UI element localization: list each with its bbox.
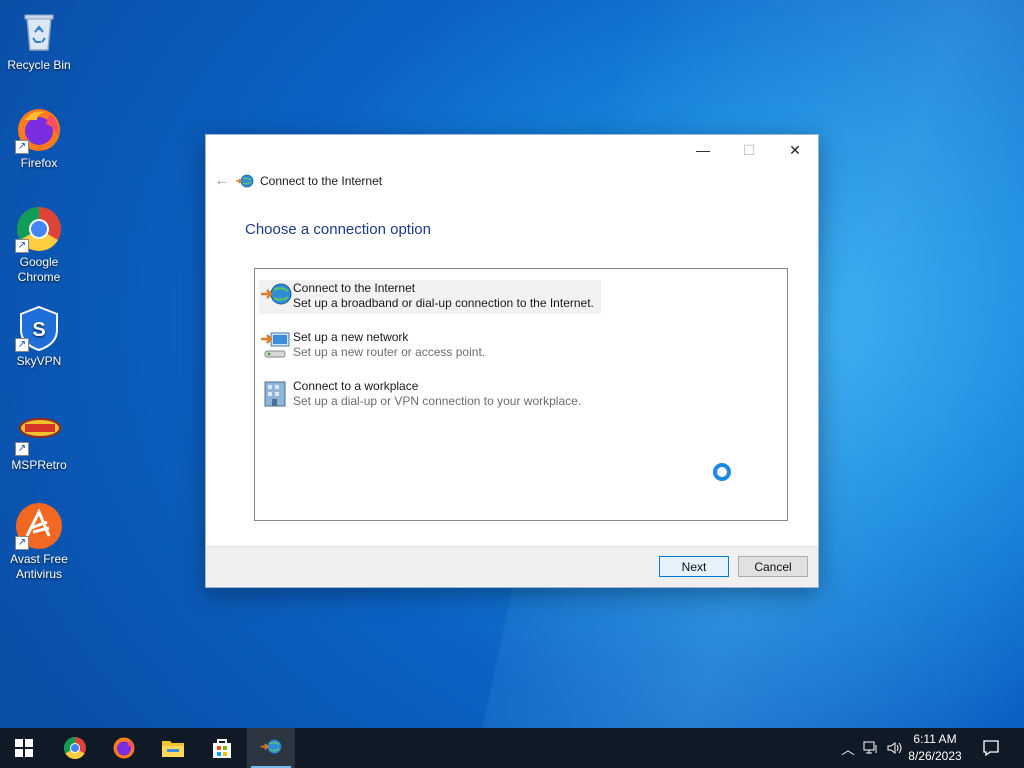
option-workplace[interactable]: Connect to a workplace Set up a dial-up …	[259, 378, 599, 412]
chrome-icon: ↗	[15, 205, 63, 253]
start-icon	[15, 739, 33, 757]
taskbar-connect-internet[interactable]	[247, 728, 295, 768]
recycle-bin-icon	[15, 8, 63, 56]
file-explorer-icon	[162, 741, 184, 757]
cancel-button[interactable]: Cancel	[738, 556, 808, 577]
chrome-icon	[64, 737, 86, 759]
option-new-network[interactable]: Set up a new network Set up a new router…	[259, 329, 599, 363]
taskbar: ︿ 6:11 AM 8/26/2023	[0, 728, 1024, 768]
option-description: Set up a new router or access point.	[293, 345, 486, 359]
window-controls: — ☐ ✕	[680, 135, 818, 165]
back-arrow-icon[interactable]: ←	[214, 172, 236, 190]
connection-options-list: Connect to the Internet Set up a broadba…	[254, 268, 788, 521]
desktop-icon-chrome[interactable]: ↗ Google Chrome	[4, 205, 74, 285]
desktop-icon-label: MSPRetro	[11, 458, 67, 472]
option-description: Set up a dial-up or VPN connection to yo…	[293, 394, 582, 408]
chevron-up-icon[interactable]: ︿	[838, 739, 858, 758]
desktop-icon-label: Firefox	[20, 156, 58, 170]
window-title: Connect to the Internet	[260, 174, 383, 188]
desktop-icon-recycle-bin[interactable]: Recycle Bin	[4, 8, 74, 73]
option-description: Set up a broadband or dial-up connection…	[293, 296, 594, 310]
shortcut-arrow-icon: ↗	[15, 442, 29, 456]
desktop-icon-avast[interactable]: ↗ Avast Free Antivirus	[4, 502, 74, 582]
notification-icon	[983, 740, 999, 757]
desktop-icon-mspretro[interactable]: ↗ MSPRetro	[4, 408, 74, 473]
shortcut-arrow-icon: ↗	[15, 140, 29, 154]
desktop-icon-label: Recycle Bin	[7, 58, 71, 72]
network-icon[interactable]	[858, 741, 884, 755]
nav-bar: ← Connect to the Internet	[214, 171, 382, 191]
minimize-button[interactable]: —	[680, 135, 726, 165]
shortcut-arrow-icon: ↗	[15, 536, 29, 550]
desktop-icon-label: SkyVPN	[16, 354, 62, 368]
mspretro-icon: ↗	[15, 408, 63, 456]
globe-connect-icon	[259, 280, 293, 312]
taskbar-store[interactable]	[198, 728, 246, 768]
store-icon	[213, 739, 231, 758]
notification-center-button[interactable]	[968, 728, 1014, 768]
clock-date: 8/26/2023	[908, 749, 962, 763]
option-connect-internet[interactable]: Connect to the Internet Set up a broadba…	[259, 280, 601, 314]
desktop-icon-label: Avast Free Antivirus	[10, 552, 68, 581]
close-button[interactable]: ✕	[772, 135, 818, 165]
connect-internet-icon	[236, 174, 254, 188]
shortcut-arrow-icon: ↗	[15, 338, 29, 352]
firefox-icon	[113, 737, 135, 759]
option-title: Connect to a workplace	[293, 379, 419, 393]
system-tray: ︿	[838, 728, 906, 768]
desktop-icon-skyvpn[interactable]: S ↗ SkyVPN	[4, 304, 74, 369]
desktop-icon-label: Google Chrome	[17, 255, 61, 284]
clock[interactable]: 6:11 AM 8/26/2023	[900, 731, 970, 765]
desktop-icon-firefox[interactable]: ↗ Firefox	[4, 106, 74, 171]
taskbar-chrome[interactable]	[51, 728, 99, 768]
clock-time: 6:11 AM	[913, 732, 957, 746]
maximize-button: ☐	[742, 141, 756, 158]
workplace-icon	[259, 378, 293, 410]
connect-internet-icon	[260, 739, 282, 754]
taskbar-firefox[interactable]	[100, 728, 148, 768]
connect-internet-dialog: — ☐ ✕ ← Connect to the Internet Choose a…	[205, 134, 819, 588]
next-button[interactable]: Next	[659, 556, 729, 577]
option-title: Connect to the Internet	[293, 281, 416, 295]
loading-spinner-icon	[713, 463, 731, 481]
avast-icon: ↗	[15, 502, 63, 550]
shortcut-arrow-icon: ↗	[15, 239, 29, 253]
taskbar-file-explorer[interactable]	[149, 728, 197, 768]
skyvpn-icon: S ↗	[15, 304, 63, 352]
start-button[interactable]	[0, 728, 48, 768]
page-heading: Choose a connection option	[245, 221, 431, 238]
svg-text:S: S	[32, 319, 45, 341]
firefox-icon: ↗	[15, 106, 63, 154]
dialog-footer: Next Cancel	[206, 546, 818, 587]
option-title: Set up a new network	[293, 330, 409, 344]
router-icon	[259, 329, 293, 361]
